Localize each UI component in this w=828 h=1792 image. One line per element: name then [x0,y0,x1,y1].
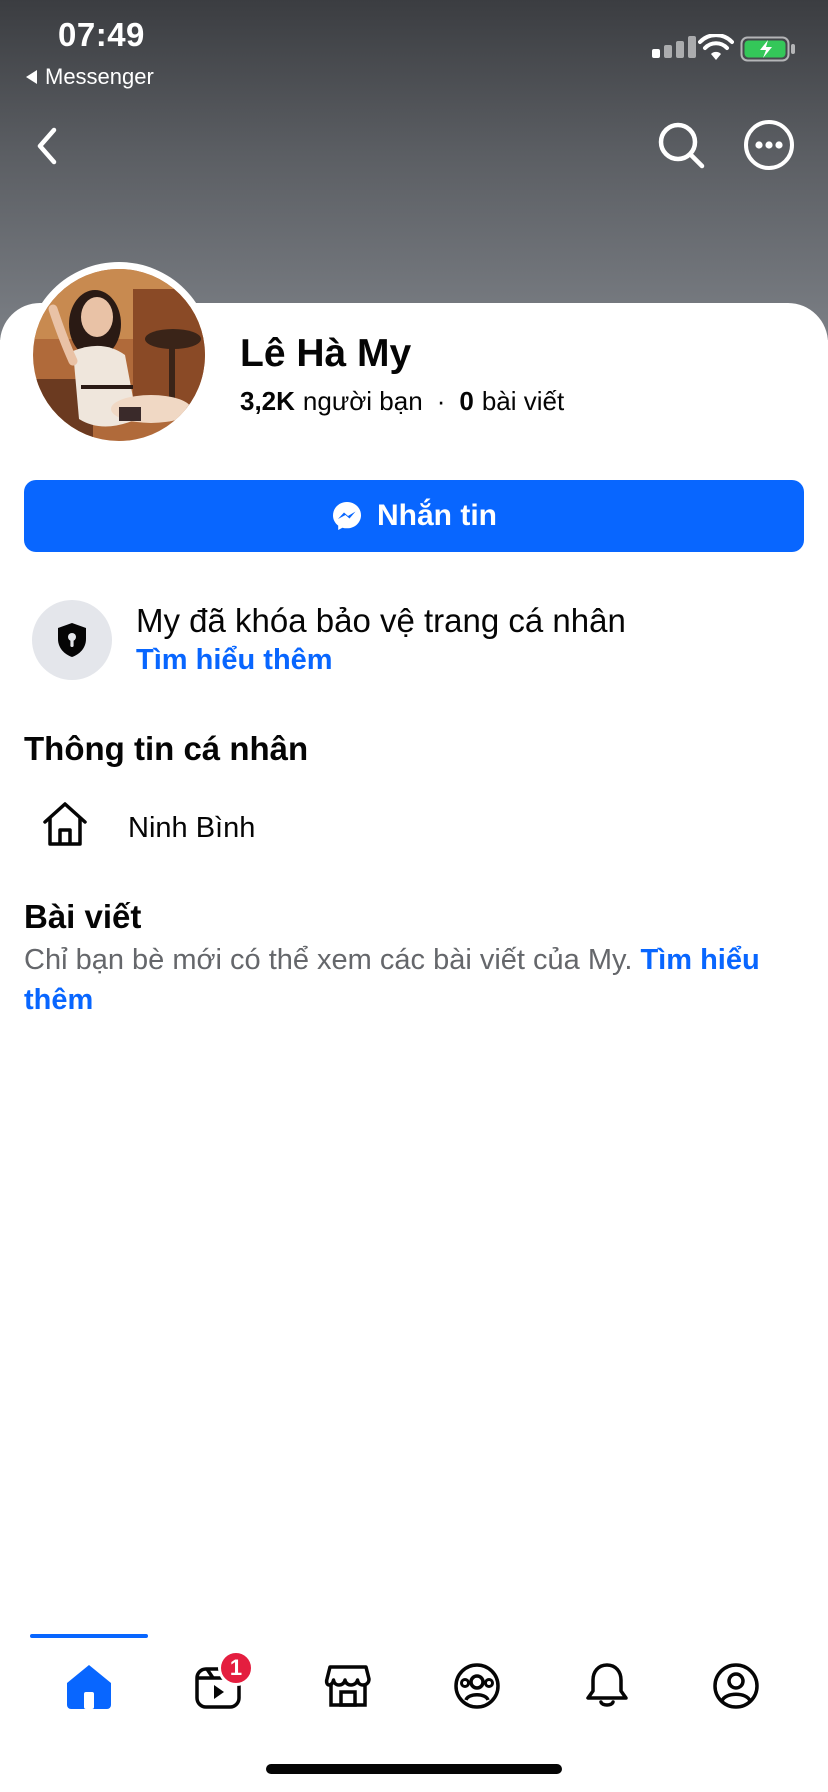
home-icon [43,802,87,846]
profile-lock-notice: My đã khóa bảo vệ trang cá nhân Tìm hiểu… [30,600,810,682]
posts-section-description: Chỉ bạn bè mới có thể xem các bài viết c… [24,940,808,1020]
back-app-label: Messenger [45,64,154,89]
shield-lock-icon [58,623,86,657]
friends-label[interactable]: người bạn [303,386,423,417]
messenger-icon [333,502,361,530]
active-tab-indicator [30,1634,148,1638]
marketplace-icon [324,1665,371,1707]
battery-charging-icon [740,36,795,62]
more-options-icon[interactable] [742,118,796,172]
posts-label: bài viết [481,386,565,416]
stats-separator: · [436,386,446,416]
cellular-signal-icon [652,36,696,58]
home-icon [67,1665,111,1709]
profile-icon [713,1663,759,1709]
tab-home[interactable] [57,1654,121,1718]
lock-notice-title: My đã khóa bảo vệ trang cá nhân [136,602,626,639]
message-button-label: Nhắn tin [377,499,497,532]
back-chevron-icon[interactable] [30,120,70,172]
message-button[interactable]: Nhắn tin [24,480,804,552]
back-triangle-icon [26,70,37,84]
profile-name: Lê Hà My [240,332,412,375]
home-indicator [266,1764,562,1774]
tab-notifications[interactable] [575,1654,639,1718]
search-icon[interactable] [654,118,708,172]
back-to-app[interactable]: Messenger [26,64,154,90]
bell-icon [586,1663,628,1707]
tab-marketplace[interactable] [316,1654,380,1718]
hometown-text: Ninh Bình [128,812,256,844]
personal-info-title: Thông tin cá nhân [24,730,309,767]
groups-icon [454,1663,500,1709]
avatar[interactable] [33,269,205,441]
lock-learn-more-link[interactable]: Tìm hiểu thêm [136,644,333,677]
tab-profile[interactable] [704,1654,768,1718]
posts-section-title: Bài viết [24,898,142,935]
friends-count[interactable]: 3,2K [240,386,295,417]
profile-stats: 3,2K người bạn · 0 bài viết [240,386,564,417]
status-time: 07:49 [58,16,145,53]
profile-top-nav [0,118,828,178]
tab-groups[interactable] [445,1654,509,1718]
posts-description-text: Chỉ bạn bè mới có thể xem các bài viết c… [24,944,633,976]
wifi-icon [698,34,734,60]
posts-count: 0 [459,386,474,416]
status-bar: 07:49 Messenger [0,0,828,95]
lock-badge [32,600,112,680]
video-notification-badge: 1 [218,1650,254,1686]
hometown-row [40,800,90,848]
